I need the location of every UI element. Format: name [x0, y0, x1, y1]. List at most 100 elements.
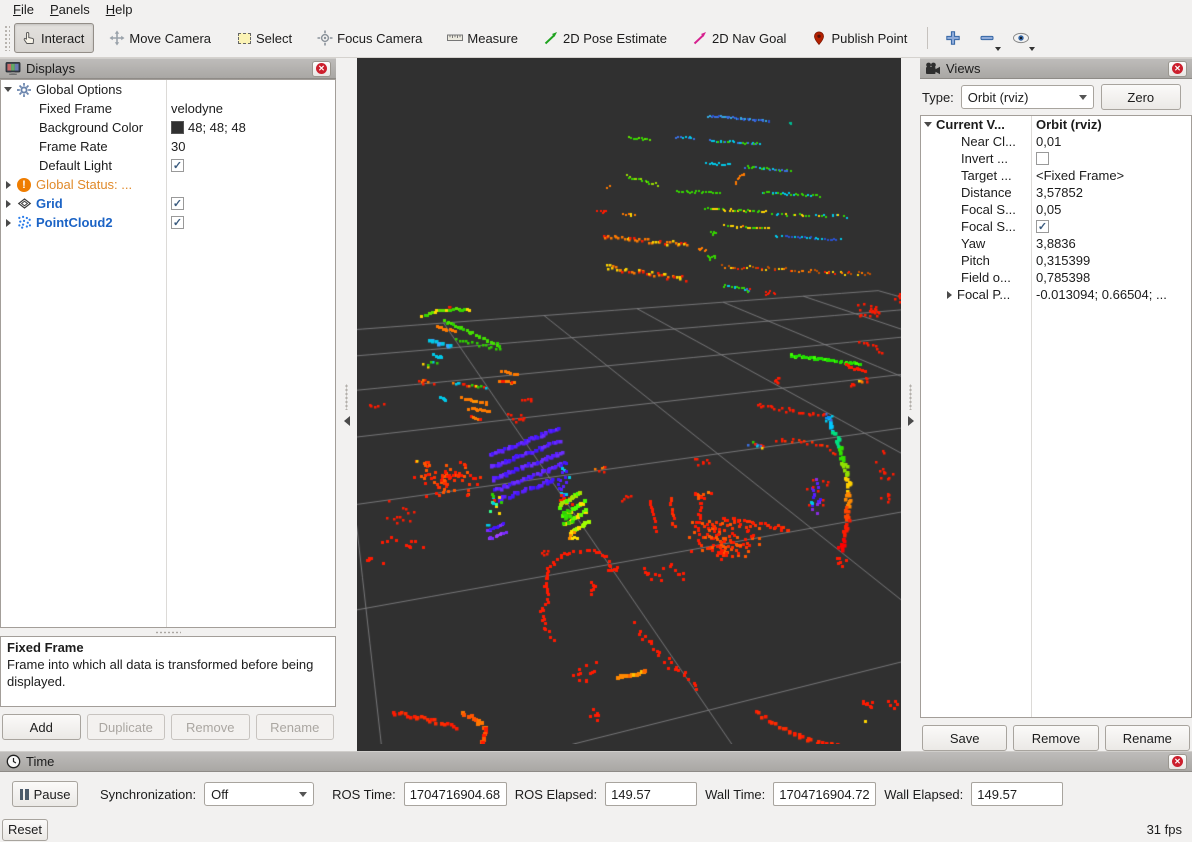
- zero-button[interactable]: Zero: [1101, 84, 1181, 110]
- displays-panel-header[interactable]: Displays: [0, 58, 336, 79]
- focal-shape-checkbox[interactable]: [1036, 220, 1049, 233]
- description-title: Fixed Frame: [7, 640, 329, 657]
- tree-row-target-frame[interactable]: Target ... <Fixed Frame>: [921, 167, 1191, 184]
- tree-row-pitch[interactable]: Pitch 0,315399: [921, 252, 1191, 269]
- near-clip-value[interactable]: 0,01: [1031, 134, 1061, 149]
- render-viewport[interactable]: [357, 58, 901, 751]
- tree-row-focal-shape-size[interactable]: Focal S... 0,05: [921, 201, 1191, 218]
- close-time-button[interactable]: [1168, 754, 1187, 770]
- collapse-left-arrow-icon[interactable]: [344, 416, 350, 426]
- expander-icon[interactable]: [4, 181, 12, 189]
- add-display-button[interactable]: Add: [2, 714, 81, 740]
- move-arrows-icon: [109, 30, 125, 46]
- description-splitter[interactable]: [0, 628, 336, 636]
- views-buttons: Save Remove Rename: [920, 718, 1192, 751]
- view-type-combobox[interactable]: Orbit (rviz): [961, 85, 1094, 109]
- pitch-value[interactable]: 0,315399: [1031, 253, 1090, 268]
- pointcloud-canvas[interactable]: [357, 58, 901, 744]
- tree-row-fixed-frame[interactable]: Fixed Frame velodyne: [1, 99, 335, 118]
- ros-elapsed-field[interactable]: [605, 782, 697, 806]
- row-label: Yaw: [961, 236, 985, 251]
- tree-row-pointcloud2[interactable]: PointCloud2: [1, 213, 335, 232]
- expander-icon[interactable]: [4, 87, 12, 92]
- background-color-value[interactable]: 48; 48; 48: [166, 120, 246, 135]
- description-body: Frame into which all data is transformed…: [7, 657, 329, 691]
- remove-tool-button[interactable]: [972, 24, 1002, 52]
- pointcloud-enabled-checkbox[interactable]: [171, 216, 184, 229]
- select-button[interactable]: Select: [229, 23, 302, 53]
- view-type-value: Orbit (rviz): [968, 90, 1029, 105]
- row-label: Field o...: [961, 270, 1011, 285]
- ros-time-field[interactable]: [404, 782, 507, 806]
- tree-row-default-light[interactable]: Default Light: [1, 156, 335, 175]
- left-panel-splitter[interactable]: [336, 58, 357, 751]
- close-displays-button[interactable]: [312, 61, 331, 77]
- interact-button[interactable]: Interact: [14, 23, 94, 53]
- tree-row-focal-shape-fixed[interactable]: Focal S...: [921, 218, 1191, 235]
- tree-row-near-clip[interactable]: Near Cl... 0,01: [921, 133, 1191, 150]
- current-view-value: Orbit (rviz): [1031, 117, 1102, 132]
- remove-display-button[interactable]: Remove: [171, 714, 250, 740]
- reset-button[interactable]: Reset: [2, 819, 48, 841]
- row-label: Near Cl...: [961, 134, 1016, 149]
- views-panel-header[interactable]: Views: [920, 58, 1192, 79]
- expander-icon[interactable]: [4, 200, 12, 208]
- frame-rate-value[interactable]: 30: [166, 139, 185, 154]
- save-view-button[interactable]: Save: [922, 725, 1007, 751]
- expander-icon[interactable]: [924, 122, 932, 127]
- pose-estimate-button[interactable]: 2D Pose Estimate: [536, 23, 677, 53]
- invert-z-checkbox[interactable]: [1036, 152, 1049, 165]
- fov-value[interactable]: 0,785398: [1031, 270, 1090, 285]
- tree-row-invert-zaxis[interactable]: Invert ...: [921, 150, 1191, 167]
- time-panel-header[interactable]: Time: [0, 751, 1192, 772]
- tree-row-current-view[interactable]: Current V... Orbit (rviz): [921, 116, 1191, 133]
- menu-file[interactable]: File: [6, 1, 41, 18]
- rename-display-button[interactable]: Rename: [256, 714, 335, 740]
- nav-goal-button[interactable]: 2D Nav Goal: [685, 23, 796, 53]
- right-panel-splitter[interactable]: [901, 58, 920, 751]
- tool-visibility-button[interactable]: [1006, 24, 1036, 52]
- focus-camera-button[interactable]: Focus Camera: [310, 23, 432, 53]
- rename-view-button[interactable]: Rename: [1105, 725, 1190, 751]
- grid-enabled-checkbox[interactable]: [171, 197, 184, 210]
- move-camera-button[interactable]: Move Camera: [102, 23, 221, 53]
- yaw-value[interactable]: 3,8836: [1031, 236, 1076, 251]
- tree-row-background-color[interactable]: Background Color 48; 48; 48: [1, 118, 335, 137]
- collapse-right-arrow-icon[interactable]: [908, 416, 914, 426]
- expander-icon[interactable]: [4, 219, 12, 227]
- publish-point-button[interactable]: Publish Point: [804, 23, 917, 53]
- tree-row-focal-point[interactable]: Focal P... -0.013094; 0.66504; ...: [921, 286, 1191, 303]
- fixed-frame-value[interactable]: velodyne: [166, 101, 223, 116]
- tree-row-grid[interactable]: Grid: [1, 194, 335, 213]
- menu-help[interactable]: Help: [99, 1, 140, 18]
- type-label: Type:: [922, 90, 954, 105]
- menu-bar: File Panels Help: [0, 0, 1192, 19]
- expander-icon[interactable]: [945, 291, 953, 299]
- pause-button[interactable]: Pause: [12, 781, 78, 807]
- default-light-checkbox[interactable]: [171, 159, 184, 172]
- wall-time-field[interactable]: [773, 782, 876, 806]
- menu-panels[interactable]: Panels: [43, 1, 97, 18]
- row-label: Pitch: [961, 253, 990, 268]
- add-tool-button[interactable]: [938, 24, 968, 52]
- tree-row-field-of-view[interactable]: Field o... 0,785398: [921, 269, 1191, 286]
- tree-row-frame-rate[interactable]: Frame Rate 30: [1, 137, 335, 156]
- tree-row-global-options[interactable]: Global Options: [1, 80, 335, 99]
- focal-point-value[interactable]: -0.013094; 0.66504; ...: [1031, 287, 1167, 302]
- tree-row-yaw[interactable]: Yaw 3,8836: [921, 235, 1191, 252]
- displays-buttons: Add Duplicate Remove Rename: [0, 707, 336, 740]
- distance-value[interactable]: 3,57852: [1031, 185, 1083, 200]
- magenta-arrow-icon: [692, 30, 708, 46]
- wall-elapsed-field[interactable]: [971, 782, 1063, 806]
- duplicate-display-button[interactable]: Duplicate: [87, 714, 166, 740]
- focal-shape-size-value[interactable]: 0,05: [1031, 202, 1061, 217]
- measure-button[interactable]: Measure: [440, 23, 528, 53]
- tree-row-distance[interactable]: Distance 3,57852: [921, 184, 1191, 201]
- close-views-button[interactable]: [1168, 61, 1187, 77]
- remove-view-button[interactable]: Remove: [1013, 725, 1098, 751]
- displays-panel: Displays Global Options Fixed Frame: [0, 58, 336, 751]
- toolbar-drag-handle[interactable]: [4, 25, 10, 51]
- sync-combobox[interactable]: Off: [204, 782, 314, 806]
- tree-row-global-status[interactable]: Global Status: ...: [1, 175, 335, 194]
- target-frame-value[interactable]: <Fixed Frame>: [1031, 168, 1124, 183]
